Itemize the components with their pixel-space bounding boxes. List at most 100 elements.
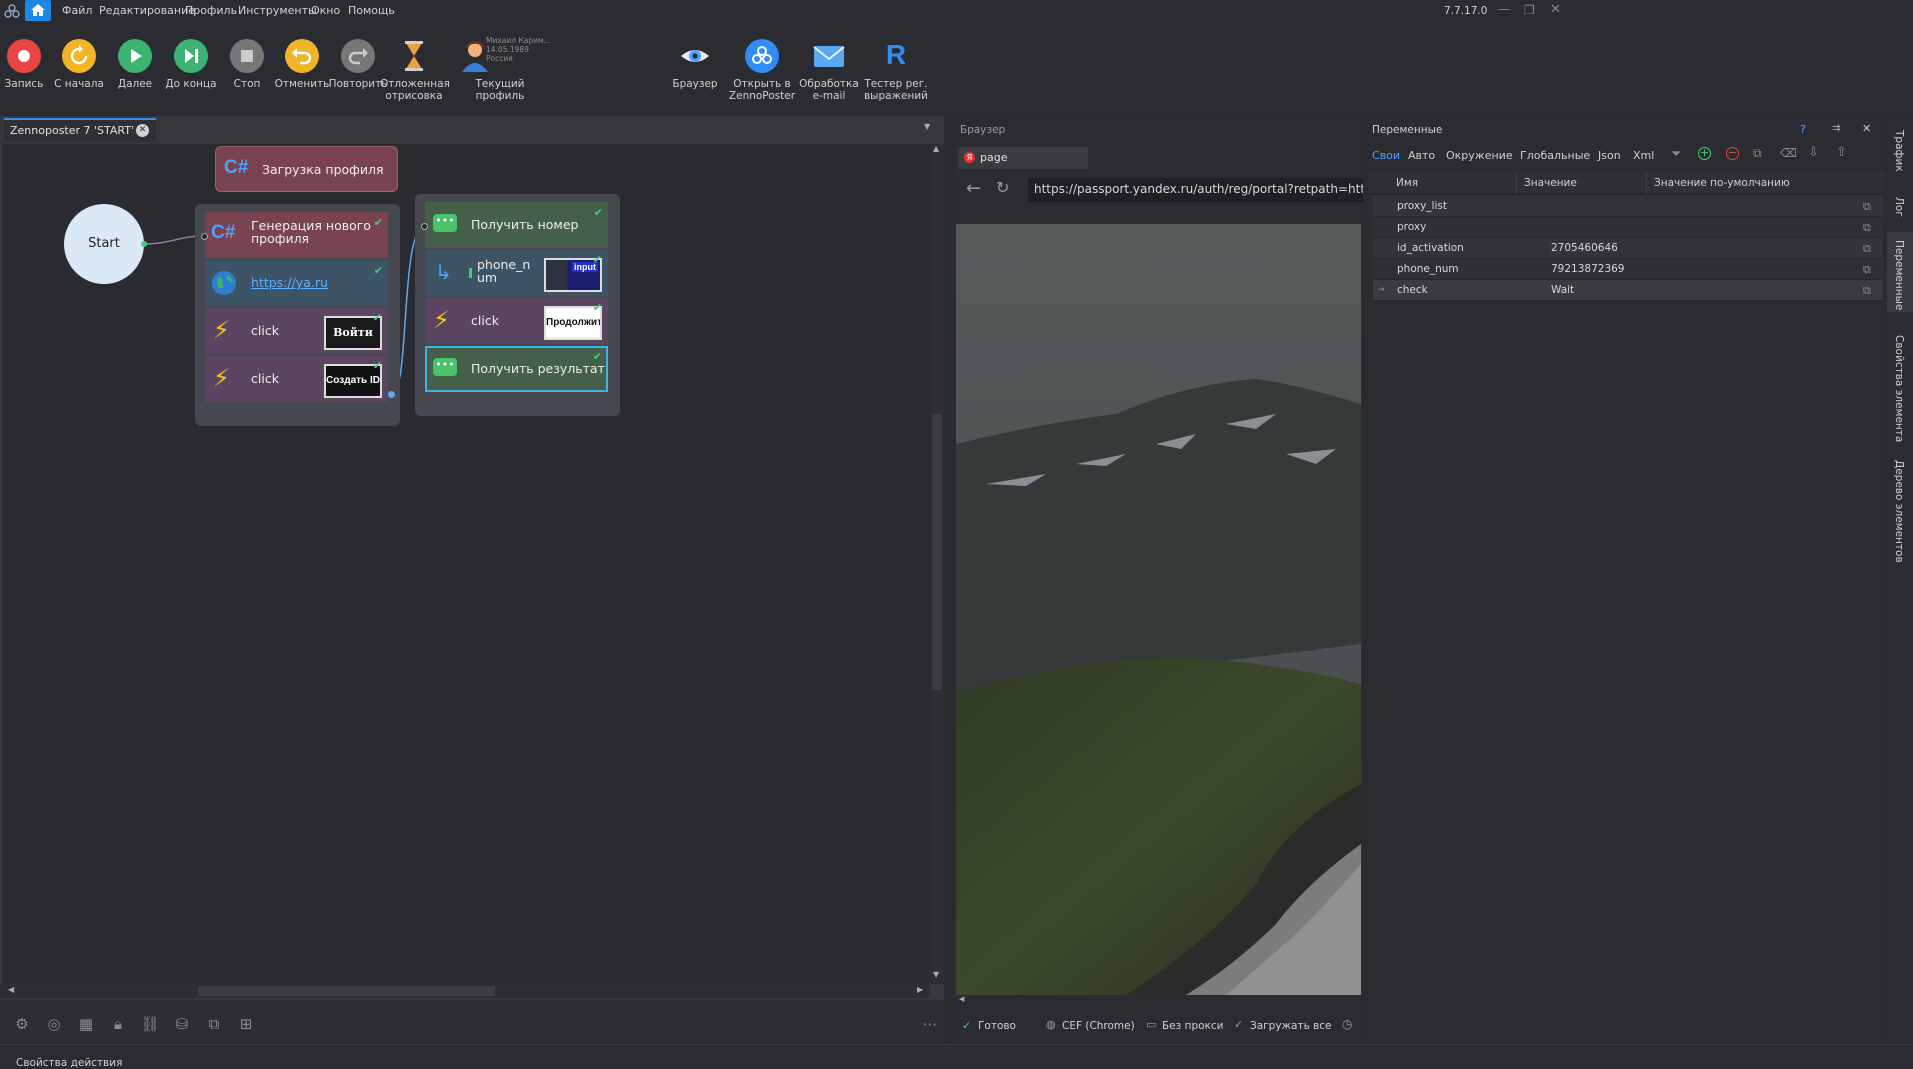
user-circle-icon[interactable]: ◎ bbox=[44, 1014, 64, 1034]
hierarchy-icon[interactable]: ⧉ bbox=[204, 1014, 224, 1034]
horizontal-scroll-thumb[interactable] bbox=[198, 986, 495, 996]
pin-icon[interactable]: ⇉ bbox=[1832, 123, 1840, 134]
current-profile-button[interactable]: Михаил Карим... 14.05.1989 Россия Текущи… bbox=[457, 36, 551, 102]
start-output-port[interactable] bbox=[141, 241, 147, 247]
table-row[interactable]: proxy_list ⧉ bbox=[1373, 196, 1883, 217]
clock-icon[interactable]: ◷ bbox=[1342, 1017, 1352, 1031]
get-result-action[interactable]: ••• Получить результат ✔ bbox=[425, 346, 608, 392]
menu-help[interactable]: Помощь bbox=[348, 0, 395, 22]
menu-file[interactable]: Файл bbox=[62, 0, 92, 22]
group1-input-port[interactable] bbox=[201, 233, 208, 240]
table-row[interactable]: id_activation 2705460646 ⧉ bbox=[1373, 238, 1883, 259]
app-logo-icon[interactable] bbox=[4, 3, 20, 19]
tab-own[interactable]: Свои bbox=[1372, 149, 1400, 162]
scroll-up-icon[interactable]: ▲ bbox=[933, 144, 939, 153]
copy-value-icon[interactable]: ⧉ bbox=[1863, 280, 1871, 301]
menu-profile[interactable]: Профиль bbox=[185, 0, 237, 22]
home-button[interactable] bbox=[25, 0, 51, 21]
copy-value-icon[interactable]: ⧉ bbox=[1863, 259, 1871, 280]
remove-variable-icon[interactable]: − bbox=[1726, 147, 1739, 160]
generate-profile-action[interactable]: C# Генерация нового профиля ✔ bbox=[205, 212, 388, 258]
settings-icon[interactable]: ⚙ bbox=[12, 1014, 32, 1034]
url-text[interactable]: https://passport.yandex.ru/auth/reg/port… bbox=[1034, 182, 1363, 196]
side-tab-variables[interactable]: Переменные bbox=[1893, 240, 1905, 310]
menu-window[interactable]: Окно bbox=[311, 0, 340, 22]
address-bar[interactable]: https://passport.yandex.ru/auth/reg/port… bbox=[1028, 178, 1363, 202]
scroll-right-icon[interactable]: ▶ bbox=[917, 985, 923, 994]
filter-icon[interactable]: ⏷ bbox=[1671, 147, 1681, 162]
side-tab-element-properties[interactable]: Свойства элемента bbox=[1893, 335, 1905, 442]
help-icon[interactable]: ? bbox=[1800, 123, 1806, 136]
variable-value[interactable]: 2705460646 bbox=[1551, 238, 1618, 259]
menu-tools[interactable]: Инструменты bbox=[238, 0, 317, 22]
add-frame-icon[interactable]: ⊞ bbox=[236, 1014, 256, 1034]
email-processing-button[interactable]: Обработка e-mail bbox=[795, 38, 863, 102]
close-window-icon[interactable]: ✕ bbox=[1550, 0, 1561, 20]
group2-input-port[interactable] bbox=[421, 223, 428, 230]
link-icon[interactable]: ⛓ bbox=[140, 1014, 160, 1034]
click-login-action[interactable]: ⚡ click Войти ✔ bbox=[205, 308, 388, 354]
more-icon[interactable]: ⋯ bbox=[920, 1014, 940, 1034]
menu-edit[interactable]: Редактирование bbox=[99, 0, 195, 22]
load-profile-node[interactable]: C# Загрузка профиля bbox=[215, 146, 398, 192]
action-properties-label[interactable]: Свойства действия bbox=[16, 1057, 122, 1069]
deferred-render-button[interactable]: Отложенная отрисовка bbox=[380, 38, 450, 102]
action-group-1[interactable]: C# Генерация нового профиля ✔ https://ya… bbox=[195, 204, 400, 426]
scroll-left-icon[interactable]: ◀ bbox=[8, 985, 14, 994]
horizontal-scrollbar[interactable]: ◀ ▶ bbox=[0, 984, 930, 998]
side-tab-traffic[interactable]: Трафик bbox=[1893, 130, 1905, 172]
browser-page-tab[interactable]: Я page bbox=[958, 147, 1088, 169]
tab-json[interactable]: Json bbox=[1598, 149, 1621, 162]
vertical-scrollbar[interactable]: ▲ ▼ bbox=[930, 144, 944, 984]
column-value[interactable]: Значение bbox=[1524, 177, 1577, 189]
restore-icon[interactable]: ❐ bbox=[1524, 0, 1535, 20]
copy-value-icon[interactable]: ⧉ bbox=[1863, 196, 1871, 217]
vertical-scroll-thumb[interactable] bbox=[932, 414, 942, 690]
navigate-action[interactable]: https://ya.ru ✔ bbox=[205, 260, 388, 306]
browser-button[interactable]: Браузер bbox=[661, 38, 729, 90]
navigate-url-link[interactable]: https://ya.ru bbox=[251, 275, 328, 290]
copy-value-icon[interactable]: ⧉ bbox=[1863, 217, 1871, 238]
add-variable-icon[interactable]: + bbox=[1698, 147, 1711, 160]
group1-output-port[interactable] bbox=[388, 391, 395, 398]
lock-icon[interactable]: 🔒︎ bbox=[108, 1014, 128, 1034]
browser-proxy-status[interactable]: Без прокси bbox=[1162, 1020, 1223, 1032]
tab-global[interactable]: Глобальные bbox=[1520, 149, 1590, 162]
close-panel-icon[interactable]: ✕ bbox=[1862, 122, 1871, 135]
regex-tester-button[interactable]: R Тестер рег. выражений bbox=[862, 38, 930, 102]
page-viewport[interactable] bbox=[956, 224, 1361, 995]
minimize-icon[interactable]: — bbox=[1498, 0, 1510, 18]
back-arrow-icon[interactable]: ← bbox=[966, 178, 981, 199]
database-icon[interactable]: ⛁ bbox=[172, 1014, 192, 1034]
get-number-action[interactable]: ••• Получить номер ✔ bbox=[425, 202, 608, 248]
table-row[interactable]: → check Wait ⧉ bbox=[1373, 280, 1883, 301]
tab-xml[interactable]: Xml bbox=[1633, 149, 1654, 162]
scroll-down-icon[interactable]: ▼ bbox=[933, 970, 939, 979]
click-continue-action[interactable]: ⚡ click Продолжит ✔ bbox=[425, 298, 608, 344]
reload-icon[interactable]: ↻ bbox=[996, 178, 1009, 197]
scroll-left-icon[interactable]: ◀ bbox=[959, 995, 964, 1003]
start-node[interactable]: Start bbox=[64, 204, 144, 284]
browser-load-status[interactable]: Загружать все bbox=[1250, 1020, 1332, 1032]
export-icon[interactable]: ⇧ bbox=[1836, 145, 1847, 160]
table-row[interactable]: phone_num 79213872369 ⧉ bbox=[1373, 259, 1883, 280]
copy-icon[interactable]: ⧉ bbox=[1753, 146, 1762, 161]
side-tab-element-tree[interactable]: Дерево элементов bbox=[1893, 460, 1905, 563]
open-in-zennoposter-button[interactable]: Открыть в ZennoPoster bbox=[728, 38, 796, 102]
set-phone-num-action[interactable]: ↳ phone_num input ✔ bbox=[425, 250, 608, 296]
browser-engine-status[interactable]: CEF (Chrome) bbox=[1062, 1020, 1135, 1032]
eraser-icon[interactable]: ⌫ bbox=[1780, 146, 1797, 160]
tab-auto[interactable]: Авто bbox=[1408, 149, 1435, 162]
column-default-value[interactable]: Значение по-умолчанию bbox=[1654, 177, 1790, 189]
browser-h-scrollbar[interactable]: ◀ bbox=[956, 995, 1361, 1007]
click-create-id-action[interactable]: ⚡ click Создать ID ✔ bbox=[205, 356, 388, 402]
tab-environment[interactable]: Окружение bbox=[1446, 149, 1513, 162]
column-name[interactable]: Имя bbox=[1396, 177, 1418, 189]
import-icon[interactable]: ⇩ bbox=[1808, 145, 1819, 160]
action-group-2[interactable]: ••• Получить номер ✔ ↳ phone_num input ✔… bbox=[415, 194, 620, 416]
variable-value[interactable]: Wait bbox=[1551, 280, 1574, 301]
table-row[interactable]: proxy ⧉ bbox=[1373, 217, 1883, 238]
grid-icon[interactable]: ▦ bbox=[76, 1014, 96, 1034]
variable-value[interactable]: 79213872369 bbox=[1551, 259, 1625, 280]
side-tab-log[interactable]: Лог bbox=[1893, 197, 1905, 217]
